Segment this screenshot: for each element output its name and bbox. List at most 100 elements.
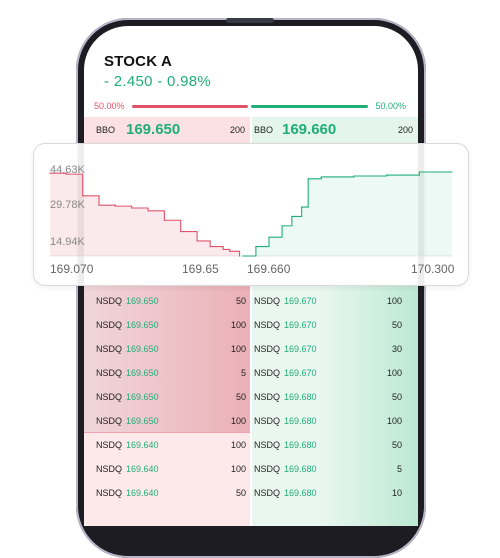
bid-depth-point — [222, 248, 224, 251]
bid-exchange: NSDQ — [96, 392, 123, 402]
ask-depth-point — [242, 255, 244, 257]
x-tick-label: 170.300 — [411, 262, 455, 276]
bid-size: 100 — [230, 344, 246, 354]
ask-size: 5 — [396, 464, 402, 474]
bbo-row: BBO 169.650 200 BBO 169.660 200 — [84, 117, 418, 145]
bid-size: 50 — [235, 392, 246, 402]
bid-exchange: NSDQ — [96, 464, 123, 474]
ask-price: 169.680 — [284, 440, 317, 450]
ask-price: 169.670 — [284, 368, 317, 378]
ask-exchange: NSDQ — [254, 488, 281, 498]
ask-depth-point — [320, 176, 322, 178]
bid-size: 5 — [240, 368, 246, 378]
x-tick-label: 169.65 — [182, 262, 219, 276]
ask-exchange: NSDQ — [254, 344, 281, 354]
depth-chart-card[interactable]: 44.63K 29.78K 14.94K 169.070 169.65 169.660 17… — [33, 143, 469, 286]
ask-depth-area — [242, 172, 452, 256]
y-tick-label: 14.94K — [50, 236, 85, 248]
ask-depth-point — [301, 206, 303, 208]
ask-exchange: NSDQ — [254, 416, 281, 426]
bbo-ask-size: 200 — [398, 125, 414, 135]
ask-price: 169.670 — [284, 320, 317, 330]
book-row[interactable]: NSDQ 169.650 100 NSDQ 169.670 50 — [84, 313, 418, 337]
ask-exchange: NSDQ — [254, 296, 281, 306]
ask-exchange: NSDQ — [254, 392, 281, 402]
bid-depth-point — [114, 205, 116, 207]
bid-price: 169.650 — [126, 344, 159, 354]
bbo-ask-price: 169.660 — [282, 121, 337, 138]
bid-price: 169.650 — [126, 320, 159, 330]
ask-price: 169.670 — [284, 296, 317, 306]
bbo-bid-size: 200 — [230, 125, 246, 135]
ask-price: 169.680 — [284, 464, 317, 474]
bid-depth-point — [209, 245, 211, 248]
bbo-bid-price: 169.650 — [126, 121, 181, 138]
bid-depth-point — [131, 207, 133, 209]
bid-depth-divider — [84, 432, 250, 433]
book-row[interactable]: NSDQ 169.650 100 NSDQ 169.680 100 — [84, 409, 418, 433]
bid-exchange: NSDQ — [96, 488, 123, 498]
bid-price: 169.650 — [126, 416, 159, 426]
ask-depth-point — [281, 225, 283, 227]
bid-price: 169.650 — [126, 392, 159, 402]
bid-exchange: NSDQ — [96, 368, 123, 378]
ask-price: 169.670 — [284, 344, 317, 354]
ask-size: 100 — [386, 416, 402, 426]
y-tick-label: 29.78K — [50, 199, 85, 211]
book-row[interactable]: NSDQ 169.640 100 NSDQ 169.680 5 — [84, 457, 418, 481]
book-row[interactable]: NSDQ 169.640 100 NSDQ 169.680 50 — [84, 433, 418, 457]
bid-price: 169.640 — [126, 464, 159, 474]
bid-price: 169.640 — [126, 440, 159, 450]
bid-price: 169.650 — [126, 296, 159, 306]
ask-size: 100 — [386, 296, 402, 306]
ask-size: 100 — [386, 368, 402, 378]
ask-depth-point — [435, 171, 437, 173]
bid-price: 169.650 — [126, 368, 159, 378]
ask-size: 10 — [391, 488, 402, 498]
bid-depth-point — [163, 219, 165, 221]
ask-size: 30 — [391, 344, 402, 354]
ask-exchange: NSDQ — [254, 368, 281, 378]
bid-depth-point — [82, 195, 84, 197]
bid-depth-point — [196, 240, 198, 242]
book-row[interactable]: NSDQ 169.650 100 NSDQ 169.670 30 — [84, 337, 418, 361]
ask-price: 169.680 — [284, 488, 317, 498]
phone-notch — [226, 18, 274, 23]
bid-exchange: NSDQ — [96, 320, 123, 330]
ask-size: 50 — [391, 392, 402, 402]
bid-size: 50 — [235, 296, 246, 306]
x-tick-label: 169.070 — [50, 262, 94, 276]
bid-size: 50 — [235, 488, 246, 498]
order-book: NSDQ 169.650 50 NSDQ 169.670 100 NSDQ 169.650 10… — [84, 284, 418, 526]
ask-price: 169.680 — [284, 416, 317, 426]
bid-ratio-bar — [132, 105, 248, 108]
ask-size: 50 — [391, 440, 402, 450]
bid-depth-point — [147, 210, 149, 212]
bid-depth-point — [98, 204, 100, 206]
bid-size: 100 — [230, 416, 246, 426]
ask-depth-point — [353, 175, 355, 177]
bbo-ask-panel[interactable]: BBO 169.660 200 — [252, 117, 418, 145]
book-row[interactable]: NSDQ 169.640 50 NSDQ 169.680 10 — [84, 481, 418, 505]
ask-depth-point — [451, 171, 453, 173]
bid-exchange: NSDQ — [96, 344, 123, 354]
bid-exchange: NSDQ — [96, 440, 123, 450]
y-tick-label: 44.63K — [50, 164, 85, 176]
book-row[interactable]: NSDQ 169.650 50 NSDQ 169.670 100 — [84, 289, 418, 313]
ask-exchange: NSDQ — [254, 440, 281, 450]
ask-depth-point — [268, 236, 270, 238]
bid-depth-point — [229, 250, 231, 252]
ask-depth-point — [386, 174, 388, 176]
ask-exchange: NSDQ — [254, 320, 281, 330]
bbo-bid-tag: BBO — [96, 125, 116, 135]
book-row[interactable]: NSDQ 169.650 5 NSDQ 169.670 100 — [84, 361, 418, 385]
book-row[interactable]: NSDQ 169.650 50 NSDQ 169.680 50 — [84, 385, 418, 409]
bbo-bid-panel[interactable]: BBO 169.650 200 — [84, 117, 250, 145]
bid-size: 100 — [230, 440, 246, 450]
ask-depth-point — [307, 178, 309, 180]
bid-price: 169.640 — [126, 488, 159, 498]
bid-exchange: NSDQ — [96, 416, 123, 426]
x-tick-label: 169.660 — [247, 262, 291, 276]
ask-price: 169.680 — [284, 392, 317, 402]
ask-depth-point — [291, 215, 293, 218]
